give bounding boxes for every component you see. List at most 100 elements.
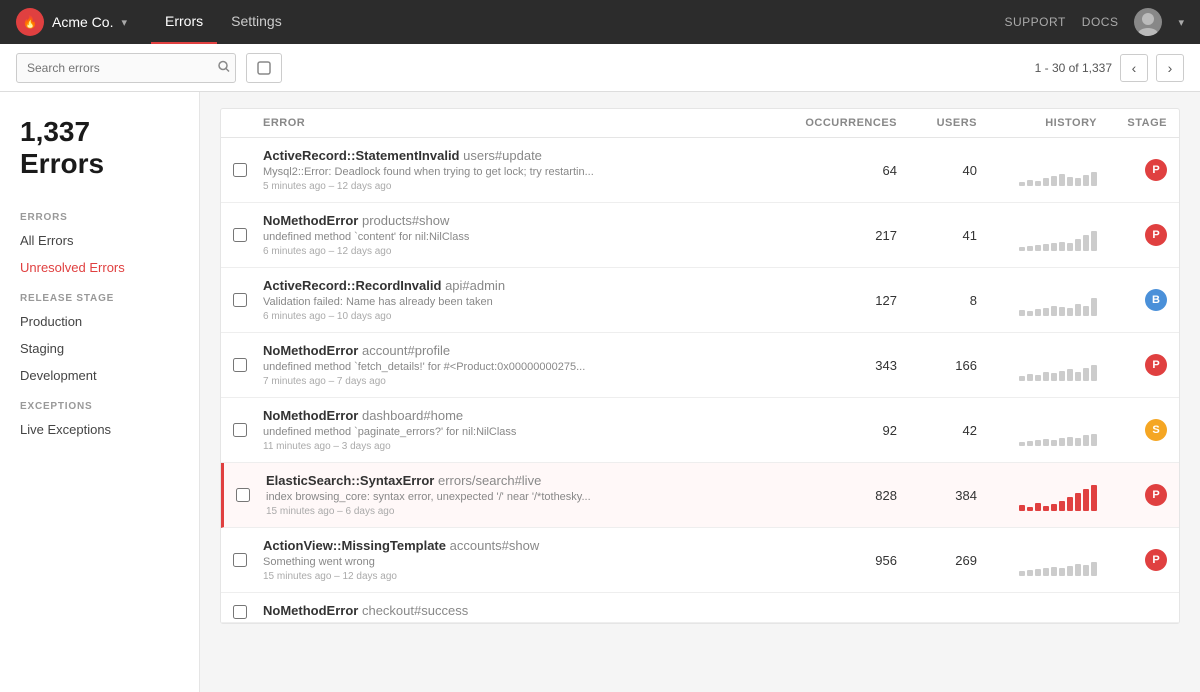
main-layout: 1,337 Errors ERRORS All Errors Unresolve… — [0, 92, 1200, 692]
sidebar-item-unresolved-errors[interactable]: Unresolved Errors — [0, 254, 199, 281]
table-row-inner[interactable]: ElasticSearch::SyntaxError errors/search… — [224, 463, 1179, 527]
bar — [1059, 242, 1065, 251]
error-class: NoMethodError — [263, 343, 358, 358]
bar — [1043, 568, 1049, 576]
row-checkbox[interactable] — [233, 605, 247, 619]
table-row: NoMethodError checkout#success — [221, 593, 1179, 623]
table-row-inner[interactable]: NoMethodError account#profile undefined … — [221, 333, 1179, 397]
table-row: ActiveRecord::StatementInvalid users#upd… — [221, 138, 1179, 203]
bar — [1043, 244, 1049, 251]
error-class: ActiveRecord::RecordInvalid — [263, 278, 441, 293]
exceptions-section-label: EXCEPTIONS — [0, 389, 199, 416]
col-error: Error — [263, 117, 797, 129]
stage-badge: P — [1145, 484, 1167, 506]
error-title: ActiveRecord::RecordInvalid api#admin — [263, 278, 797, 293]
error-time: 11 minutes ago – 3 days ago — [263, 441, 797, 452]
bar — [1027, 374, 1033, 381]
bar — [1075, 438, 1081, 446]
bar — [1059, 174, 1065, 186]
sidebar-item-staging[interactable]: Staging — [0, 335, 199, 362]
history-chart — [977, 414, 1097, 446]
table-row-inner[interactable]: NoMethodError checkout#success — [221, 593, 1179, 623]
search-input[interactable] — [16, 53, 236, 83]
nav-link-settings[interactable]: Settings — [217, 0, 296, 44]
toolbar: 1 - 30 of 1,337 ‹ › — [0, 44, 1200, 92]
search-wrapper — [16, 53, 236, 83]
bar — [1067, 497, 1073, 511]
col-users: Users — [897, 117, 977, 129]
table-row-inner[interactable]: ActiveRecord::RecordInvalid api#admin Va… — [221, 268, 1179, 332]
user-avatar[interactable] — [1134, 8, 1162, 36]
table-row-inner[interactable]: NoMethodError products#show undefined me… — [221, 203, 1179, 267]
bar — [1067, 177, 1073, 186]
error-info: ActiveRecord::RecordInvalid api#admin Va… — [263, 278, 797, 322]
table-row-inner[interactable]: ActiveRecord::StatementInvalid users#upd… — [221, 138, 1179, 202]
error-info: ElasticSearch::SyntaxError errors/search… — [266, 473, 797, 517]
error-action: errors/search#live — [438, 473, 541, 488]
bar — [1035, 503, 1041, 511]
row-checkbox[interactable] — [233, 228, 247, 242]
row-checkbox[interactable] — [236, 488, 250, 502]
bar — [1019, 182, 1025, 186]
error-action: products#show — [362, 213, 449, 228]
row-checkbox[interactable] — [233, 423, 247, 437]
error-message: Mysql2::Error: Deadlock found when tryin… — [263, 166, 743, 178]
occurrences-count: 217 — [797, 228, 897, 243]
support-link[interactable]: SUPPORT — [1005, 15, 1066, 29]
row-checkbox[interactable] — [233, 358, 247, 372]
row-checkbox[interactable] — [233, 553, 247, 567]
bar — [1043, 178, 1049, 186]
col-occurrences: Occurrences — [797, 117, 897, 129]
bar — [1083, 306, 1089, 316]
sidebar-item-development[interactable]: Development — [0, 362, 199, 389]
sidebar-item-live-exceptions[interactable]: Live Exceptions — [0, 416, 199, 443]
errors-table: Error Occurrences Users History Stage Ac… — [220, 108, 1180, 624]
stage-badge: P — [1145, 224, 1167, 246]
bar — [1019, 442, 1025, 446]
bar — [1035, 375, 1041, 381]
pagination-prev-button[interactable]: ‹ — [1120, 54, 1148, 82]
row-checkbox[interactable] — [233, 163, 247, 177]
docs-link[interactable]: DOCS — [1082, 15, 1119, 29]
bar — [1067, 243, 1073, 251]
bar — [1083, 175, 1089, 186]
bar — [1027, 570, 1033, 576]
error-class: ActionView::MissingTemplate — [263, 538, 446, 553]
table-row: NoMethodError account#profile undefined … — [221, 333, 1179, 398]
error-message: Validation failed: Name has already been… — [263, 296, 743, 308]
pagination-next-button[interactable]: › — [1156, 54, 1184, 82]
occurrences-count: 956 — [797, 553, 897, 568]
error-message: Something went wrong — [263, 556, 743, 568]
stage-col: S — [1097, 419, 1167, 441]
bar — [1043, 308, 1049, 316]
search-button[interactable] — [218, 60, 230, 75]
table-row-inner[interactable]: NoMethodError dashboard#home undefined m… — [221, 398, 1179, 462]
table-row: NoMethodError dashboard#home undefined m… — [221, 398, 1179, 463]
bar — [1027, 311, 1033, 316]
bar — [1027, 246, 1033, 251]
sidebar-item-all-errors[interactable]: All Errors — [0, 227, 199, 254]
topnav-right: SUPPORT DOCS ▾ — [1005, 8, 1185, 36]
users-count: 8 — [897, 293, 977, 308]
bar — [1067, 369, 1073, 381]
users-count: 384 — [897, 488, 977, 503]
brand-logo-area[interactable]: 🔥 Acme Co. ▾ — [16, 8, 127, 36]
bar — [1083, 368, 1089, 381]
history-chart — [977, 479, 1097, 511]
error-info: NoMethodError checkout#success — [263, 603, 797, 621]
table-row-inner[interactable]: ActionView::MissingTemplate accounts#sho… — [221, 528, 1179, 592]
error-message: undefined method `content' for nil:NilCl… — [263, 231, 743, 243]
error-class: NoMethodError — [263, 603, 358, 618]
errors-section-label: ERRORS — [0, 200, 199, 227]
nav-link-errors[interactable]: Errors — [151, 0, 217, 44]
select-all-button[interactable] — [246, 53, 282, 83]
history-chart — [977, 154, 1097, 186]
error-action: account#profile — [362, 343, 450, 358]
bar — [1075, 564, 1081, 576]
error-message: index browsing_core: syntax error, unexp… — [266, 491, 746, 503]
error-info: NoMethodError account#profile undefined … — [263, 343, 797, 387]
sidebar-item-production[interactable]: Production — [0, 308, 199, 335]
occurrences-count: 92 — [797, 423, 897, 438]
row-checkbox[interactable] — [233, 293, 247, 307]
error-time: 15 minutes ago – 12 days ago — [263, 571, 797, 582]
